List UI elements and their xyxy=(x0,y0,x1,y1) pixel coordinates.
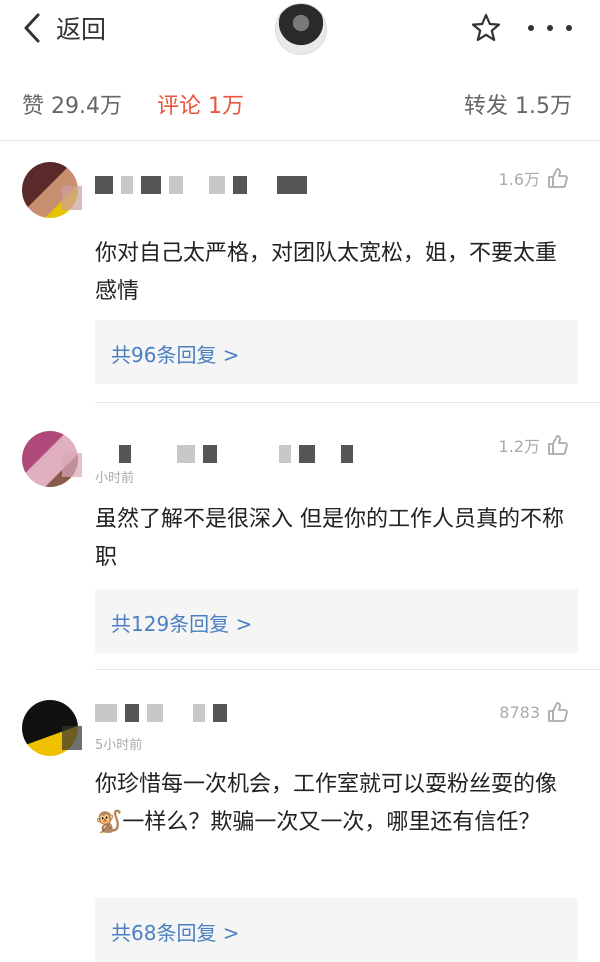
back-button[interactable]: 返回 xyxy=(20,8,106,48)
replies-box[interactable]: 共129条回复 > xyxy=(95,589,578,653)
avatar[interactable] xyxy=(275,3,327,55)
comment-item: 小时前 1.2万 虽然了解不是很深入 但是你的工作人员真的不称职 共129条回复… xyxy=(0,403,600,670)
avatar-mosaic xyxy=(62,726,82,750)
like-count[interactable]: 1.6万 xyxy=(499,166,570,190)
replies-link[interactable]: 共129条回复 > xyxy=(111,608,252,637)
comment-time: 5小时前 xyxy=(95,738,143,753)
back-label: 返回 xyxy=(56,15,107,44)
replies-link[interactable]: 共68条回复 > xyxy=(111,917,240,946)
like-count-value: 8783 xyxy=(499,702,540,722)
comment-text: 虽然了解不是很深入 但是你的工作人员真的不称职 xyxy=(95,507,564,570)
thumb-up-icon xyxy=(548,702,568,722)
avatar-mosaic xyxy=(62,453,82,477)
star-icon[interactable] xyxy=(470,12,502,44)
username-blurred[interactable] xyxy=(95,445,353,465)
thumb-up-icon xyxy=(548,435,568,455)
thumb-up-icon xyxy=(548,168,568,188)
tab-reposts[interactable]: 转发 1.5万 xyxy=(464,88,572,120)
like-count[interactable]: 8783 xyxy=(499,700,570,724)
tab-comments[interactable]: 评论 1万 xyxy=(157,88,244,120)
replies-box[interactable]: 共96条回复 > xyxy=(95,320,578,384)
top-bar: 返回 xyxy=(0,0,600,63)
tab-likes[interactable]: 赞 29.4万 xyxy=(22,88,122,120)
back-chevron-icon xyxy=(24,13,40,43)
replies-box[interactable]: 共68条回复 > xyxy=(95,898,578,962)
more-icon[interactable] xyxy=(528,10,572,46)
username-blurred[interactable] xyxy=(95,176,307,196)
comment-item: 1.6万 你对自己太严格，对团队太宽松，姐，不要太重感情 共96条回复 > xyxy=(0,140,600,403)
username-blurred[interactable] xyxy=(95,704,227,724)
comment-text: 你对自己太严格，对团队太宽松，姐，不要太重感情 xyxy=(95,241,558,304)
like-count-value: 1.2万 xyxy=(498,437,540,456)
avatar-mosaic xyxy=(62,186,82,210)
like-count[interactable]: 1.2万 xyxy=(499,433,570,457)
like-count-value: 1.6万 xyxy=(498,170,540,189)
comment-text: 你珍惜每一次机会，工作室就可以耍粉丝耍的像🐒一样么？欺骗一次又一次，哪里还有信任… xyxy=(95,772,558,835)
comment-time: 小时前 xyxy=(95,471,135,486)
comment-item: 5小时前 8783 你珍惜每一次机会，工作室就可以耍粉丝耍的像🐒一样么？欺骗一次… xyxy=(0,670,600,962)
replies-link[interactable]: 共96条回复 > xyxy=(111,339,240,368)
tab-bar: 赞 29.4万 评论 1万 转发 1.5万 xyxy=(0,62,600,141)
